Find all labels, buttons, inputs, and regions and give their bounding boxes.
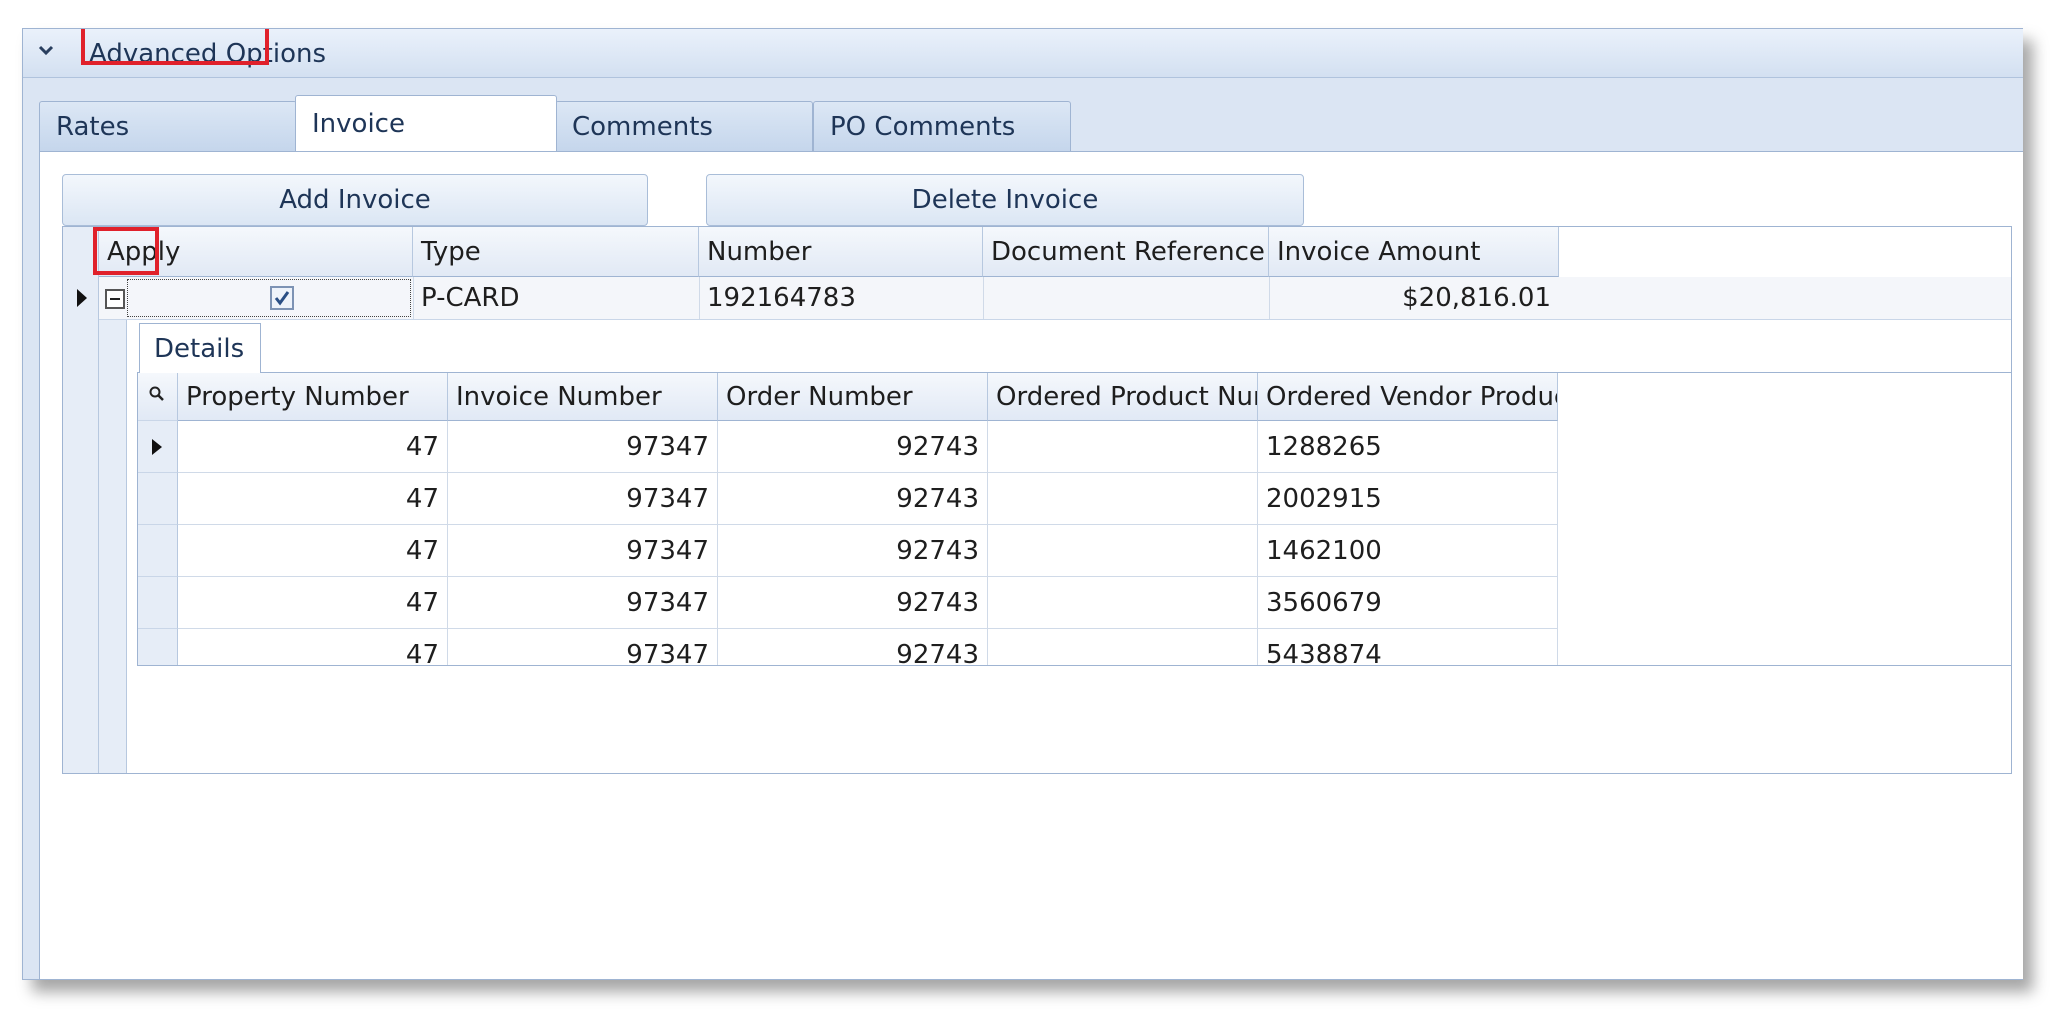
- col-header-invoice-amount[interactable]: Invoice Amount: [1269, 227, 1559, 277]
- delete-invoice-button[interactable]: Delete Invoice: [706, 174, 1304, 226]
- table-cell-invoice-number[interactable]: 97347: [448, 577, 718, 629]
- apply-cell[interactable]: [127, 279, 411, 317]
- row-indicator[interactable]: [138, 473, 178, 525]
- collapse-row-icon[interactable]: [105, 289, 125, 309]
- details-search-corner[interactable]: [138, 373, 178, 421]
- table-cell-property-number[interactable]: 47: [178, 473, 448, 525]
- table-cell-ordered-vendor-product[interactable]: 2002915: [1258, 473, 1558, 525]
- table-cell-ordered-product-number[interactable]: [988, 629, 1258, 665]
- row-indicator[interactable]: [138, 421, 178, 473]
- invoice-type-cell[interactable]: P-CARD: [413, 277, 699, 319]
- advanced-options-header[interactable]: Advanced Options: [23, 29, 2023, 78]
- search-icon[interactable]: [148, 385, 166, 403]
- table-cell-ordered-product-number[interactable]: [988, 577, 1258, 629]
- table-cell-order-number[interactable]: 92743: [718, 525, 988, 577]
- details-grid: Property Number Invoice Number Order Num…: [137, 372, 2011, 666]
- table-cell-ordered-product-number[interactable]: [988, 421, 1258, 473]
- invoice-amount-cell[interactable]: $20,816.01: [1269, 277, 1559, 319]
- chevron-down-icon[interactable]: [35, 39, 57, 61]
- col-header-invoice-number[interactable]: Invoice Number: [448, 373, 718, 421]
- add-invoice-button[interactable]: Add Invoice: [62, 174, 648, 226]
- col-header-ordered-vendor-product[interactable]: Ordered Vendor Product ...: [1258, 373, 1558, 421]
- tab-po-comments[interactable]: PO Comments: [813, 101, 1071, 151]
- table-cell-ordered-product-number[interactable]: [988, 473, 1258, 525]
- invoice-grid: Apply Type Number Document Reference Inv…: [62, 226, 2012, 774]
- table-cell-order-number[interactable]: 92743: [718, 577, 988, 629]
- highlight-box-collapse: [93, 227, 159, 275]
- document-reference-cell[interactable]: [983, 277, 1269, 319]
- col-header-number[interactable]: Number: [699, 227, 983, 277]
- table-cell-order-number[interactable]: 92743: [718, 421, 988, 473]
- col-header-type[interactable]: Type: [413, 227, 699, 277]
- col-header-property-number[interactable]: Property Number: [178, 373, 448, 421]
- table-cell-ordered-vendor-product[interactable]: 3560679: [1258, 577, 1558, 629]
- tab-details[interactable]: Details: [139, 323, 261, 373]
- row-indicator-column: [63, 227, 99, 773]
- col-header-document-reference[interactable]: Document Reference: [983, 227, 1269, 277]
- table-cell-property-number[interactable]: 47: [178, 525, 448, 577]
- advanced-options-window: Advanced Options Rates Invoice Comments …: [22, 28, 2023, 980]
- tab-rates[interactable]: Rates: [39, 101, 297, 151]
- table-cell-property-number[interactable]: 47: [178, 629, 448, 665]
- current-row-arrow-icon: [152, 439, 162, 455]
- tab-invoice[interactable]: Invoice: [295, 95, 557, 151]
- tab-comments[interactable]: Comments: [555, 101, 813, 151]
- highlight-box-title: [81, 29, 269, 65]
- table-cell-invoice-number[interactable]: 97347: [448, 629, 718, 665]
- invoice-panel: Add Invoice Delete Invoice Apply Type Nu…: [39, 151, 2023, 979]
- row-indicator[interactable]: [138, 577, 178, 629]
- table-cell-invoice-number[interactable]: 97347: [448, 473, 718, 525]
- table-cell-ordered-vendor-product[interactable]: 1462100: [1258, 525, 1558, 577]
- table-cell-ordered-vendor-product[interactable]: 1288265: [1258, 421, 1558, 473]
- table-cell-invoice-number[interactable]: 97347: [448, 421, 718, 473]
- table-cell-property-number[interactable]: 47: [178, 421, 448, 473]
- table-cell-invoice-number[interactable]: 97347: [448, 525, 718, 577]
- table-cell-order-number[interactable]: 92743: [718, 473, 988, 525]
- col-header-order-number[interactable]: Order Number: [718, 373, 988, 421]
- table-cell-ordered-vendor-product[interactable]: 5438874: [1258, 629, 1558, 665]
- apply-checkbox-icon[interactable]: [270, 286, 294, 310]
- invoice-number-cell[interactable]: 192164783: [699, 277, 983, 319]
- table-cell-order-number[interactable]: 92743: [718, 629, 988, 665]
- current-row-arrow-icon: [77, 289, 87, 307]
- col-header-ordered-product-number[interactable]: Ordered Product Number: [988, 373, 1258, 421]
- detail-indent-strip: [99, 277, 127, 773]
- row-indicator[interactable]: [138, 525, 178, 577]
- row-indicator[interactable]: [138, 629, 178, 665]
- table-cell-property-number[interactable]: 47: [178, 577, 448, 629]
- table-cell-ordered-product-number[interactable]: [988, 525, 1258, 577]
